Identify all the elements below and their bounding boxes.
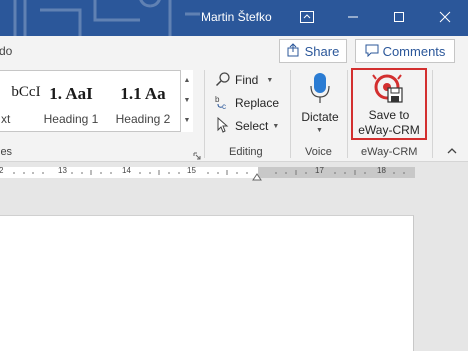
minimize-button[interactable]: [330, 0, 376, 36]
maximize-button[interactable]: [376, 0, 422, 36]
vertical-scrollbar[interactable]: [453, 165, 468, 351]
select-label: Select: [235, 119, 269, 133]
ribbon-display-options-button[interactable]: [284, 0, 330, 36]
svg-text:c: c: [222, 102, 226, 110]
group-separator: [204, 70, 205, 158]
find-button[interactable]: Find ▼: [215, 70, 273, 90]
collapse-ribbon-icon[interactable]: [447, 147, 457, 158]
svg-text:b: b: [215, 95, 220, 104]
ribbon: bCcI xt 1. AaI Heading 1 1.1 Aa Heading …: [0, 66, 468, 162]
group-label-voice: Voice: [305, 146, 332, 158]
ribbon-display-options-icon: [300, 10, 314, 26]
ruler-number: 13: [58, 166, 67, 175]
comment-icon: [365, 43, 379, 60]
save-label-line1: Save to: [368, 108, 410, 122]
ruler-number: 2: [0, 166, 4, 175]
minimize-icon: [347, 11, 359, 26]
comments-button[interactable]: Comments: [355, 39, 455, 63]
group-label-eway-crm: eWay-CRM: [361, 146, 418, 158]
tell-me-fragment[interactable]: do: [0, 44, 12, 58]
ruler-number: 18: [377, 166, 386, 175]
user-name[interactable]: Martin Štefko: [201, 10, 272, 24]
eway-crm-save-icon: [371, 73, 407, 110]
style-name: Heading 2: [115, 112, 171, 126]
style-heading-2[interactable]: 1.1 Aa Heading 2: [108, 71, 178, 131]
dialog-launcher-icon[interactable]: [193, 149, 201, 163]
document-page[interactable]: [0, 215, 414, 351]
save-label-line2: eWay-CRM: [358, 123, 420, 137]
dictate-label: Dictate: [301, 110, 339, 124]
replace-icon: bc: [215, 94, 231, 113]
chevron-down-icon: ▼: [266, 76, 274, 84]
save-to-eway-crm-label: Save to eWay-CRM: [353, 108, 425, 138]
search-icon: [215, 71, 231, 90]
gallery-more-icon[interactable]: ▼: [181, 110, 193, 130]
styles-gallery: bCcI xt 1. AaI Heading 1 1.1 Aa Heading …: [0, 70, 193, 132]
maximize-icon: [393, 11, 405, 26]
select-button[interactable]: Select ▼: [215, 116, 279, 136]
style-heading-1[interactable]: 1. AaI Heading 1: [36, 71, 106, 131]
dictate-button[interactable]: Dictate ▼: [295, 70, 345, 142]
replace-label: Replace: [235, 96, 280, 110]
microphone-icon: [308, 72, 332, 107]
cursor-arrow-icon: [215, 116, 231, 136]
ruler-number: 17: [315, 166, 324, 175]
find-label: Find: [235, 73, 259, 87]
ruler: 2 13 14 15 17 18: [0, 162, 468, 181]
style-preview: 1.1 Aa: [120, 84, 166, 103]
group-label-editing: Editing: [229, 146, 263, 158]
share-button[interactable]: Share: [279, 39, 347, 63]
share-row: do Share Comments: [0, 36, 468, 66]
share-label: Share: [304, 43, 340, 59]
replace-button[interactable]: bc Replace: [215, 93, 279, 113]
save-to-eway-crm-button[interactable]: Save to eWay-CRM: [351, 68, 427, 140]
group-separator: [290, 70, 291, 158]
comments-label: Comments: [382, 43, 446, 59]
group-label-styles: les: [0, 146, 13, 158]
title-bar-pattern: [13, 0, 200, 36]
group-separator: [347, 70, 348, 158]
style-preview: 1. AaI: [49, 84, 93, 103]
gallery-scroll: ▲ ▼ ▼: [180, 70, 193, 132]
ruler-number: 15: [187, 166, 196, 175]
close-icon: [439, 11, 451, 26]
close-button[interactable]: [422, 0, 468, 36]
share-icon: [287, 42, 301, 60]
chevron-down-icon: ▼: [272, 122, 280, 130]
style-name: Heading 1: [43, 112, 99, 126]
title-bar: Martin Štefko: [0, 0, 468, 36]
ruler-number: 14: [122, 166, 131, 175]
chevron-down-icon: ▼: [316, 127, 323, 134]
gallery-down-icon[interactable]: ▼: [181, 90, 193, 110]
gallery-up-icon[interactable]: ▲: [181, 70, 193, 90]
group-separator: [432, 70, 433, 158]
